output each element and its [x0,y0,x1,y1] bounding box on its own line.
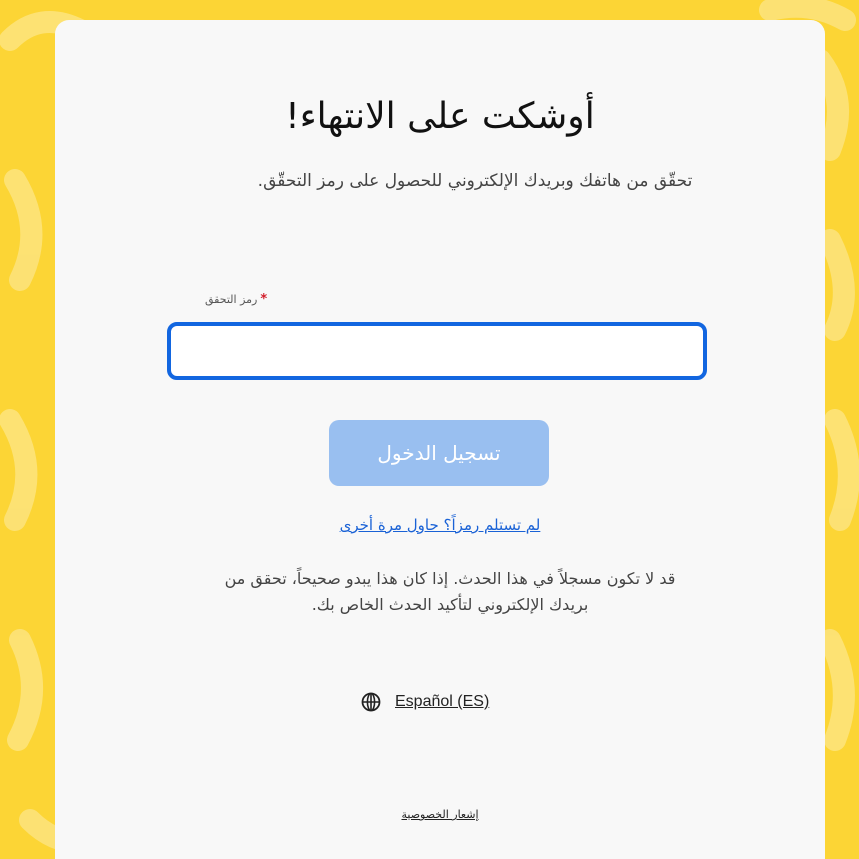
language-selector[interactable]: Español (ES) [361,692,489,712]
login-card: أوشكت على الانتهاء! تحقّق من هاتفك وبريد… [55,20,825,859]
registration-notice: قد لا تكون مسجلاً في هذا الحدث. إذا كان … [224,569,676,614]
page-subtitle: تحقّق من هاتفك وبريدك الإلكتروني للحصول … [257,171,693,191]
code-field-label: * رمز التحقق [205,292,267,307]
language-label[interactable]: Español (ES) [395,693,489,711]
verification-code-input[interactable] [167,322,707,380]
globe-icon [361,692,381,712]
required-marker: * [260,292,268,307]
privacy-notice-link[interactable]: إشعار الخصوصية [55,808,825,821]
resend-code-link[interactable]: لم تستلم رمزاً؟ حاول مرة أخرى [55,516,825,534]
code-label-text: رمز التحقق [205,293,258,306]
page-title: أوشكت على الانتهاء! [285,96,595,137]
login-button[interactable]: تسجيل الدخول [329,420,549,486]
